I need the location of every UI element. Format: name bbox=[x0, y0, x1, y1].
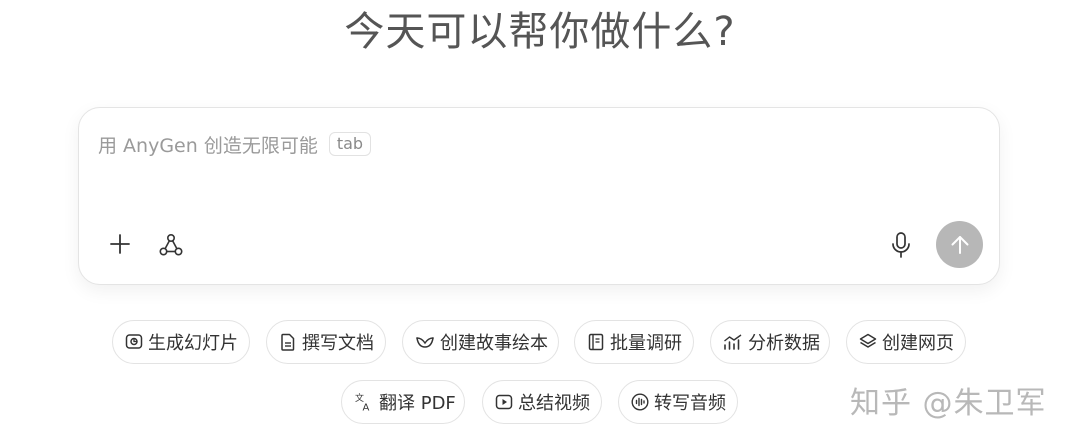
quick-action-label: 转写音频 bbox=[654, 393, 726, 414]
quick-action-label: 分析数据 bbox=[748, 333, 820, 354]
prompt-placeholder: 用 AnyGen 创造无限可能 bbox=[98, 134, 318, 157]
quick-action-analyze-data[interactable]: 分析数据 bbox=[710, 320, 830, 364]
voice-input-button[interactable] bbox=[885, 229, 917, 261]
quick-action-webpage[interactable]: 创建网页 bbox=[846, 320, 966, 364]
quick-action-transcribe-audio[interactable]: 转写音频 bbox=[618, 380, 738, 424]
quick-action-label: 批量调研 bbox=[610, 333, 682, 354]
quick-action-label: 创建故事绘本 bbox=[440, 333, 548, 354]
microphone-icon bbox=[892, 232, 910, 258]
plus-icon bbox=[110, 234, 130, 254]
quick-action-slides[interactable]: 生成幻灯片 bbox=[112, 320, 250, 364]
quick-action-label: 翻译 PDF bbox=[379, 393, 456, 414]
quick-action-summarize-video[interactable]: 总结视频 bbox=[482, 380, 602, 424]
quick-action-document[interactable]: 撰写文档 bbox=[266, 320, 386, 364]
prompt-composer[interactable]: 用 AnyGen 创造无限可能 tab bbox=[78, 107, 1000, 285]
prompt-input[interactable]: 用 AnyGen 创造无限可能 tab bbox=[98, 130, 372, 158]
video-icon bbox=[495, 392, 513, 412]
document-icon bbox=[279, 332, 297, 352]
quick-action-storybook[interactable]: 创建故事绘本 bbox=[402, 320, 559, 364]
agent-mode-button[interactable] bbox=[155, 229, 187, 261]
arrow-up-icon bbox=[951, 235, 968, 254]
add-attachment-button[interactable] bbox=[104, 228, 136, 260]
research-icon bbox=[587, 332, 605, 352]
svg-text:A: A bbox=[363, 403, 370, 413]
quick-action-research[interactable]: 批量调研 bbox=[574, 320, 694, 364]
quick-action-label: 总结视频 bbox=[518, 393, 590, 414]
send-button[interactable] bbox=[936, 221, 983, 268]
chart-icon bbox=[723, 332, 743, 352]
quick-action-label: 创建网页 bbox=[882, 333, 954, 354]
slides-icon bbox=[125, 332, 143, 352]
quick-action-translate-pdf[interactable]: 文 A 翻译 PDF bbox=[341, 380, 465, 424]
quick-action-label: 生成幻灯片 bbox=[148, 333, 238, 354]
translate-icon: 文 A bbox=[354, 392, 374, 412]
watermark: 知乎 @朱卫军 bbox=[850, 386, 1047, 421]
tab-hint-badge: tab bbox=[328, 132, 372, 156]
storybook-icon bbox=[415, 332, 435, 352]
agent-nodes-icon bbox=[159, 233, 183, 256]
audio-wave-icon bbox=[631, 392, 649, 412]
page: 今天可以帮你做什么? 用 AnyGen 创造无限可能 tab 生成幻灯片 撰写文… bbox=[0, 0, 1080, 442]
page-title: 今天可以帮你做什么? bbox=[344, 9, 736, 55]
layers-icon bbox=[859, 332, 877, 352]
quick-action-label: 撰写文档 bbox=[302, 333, 374, 354]
